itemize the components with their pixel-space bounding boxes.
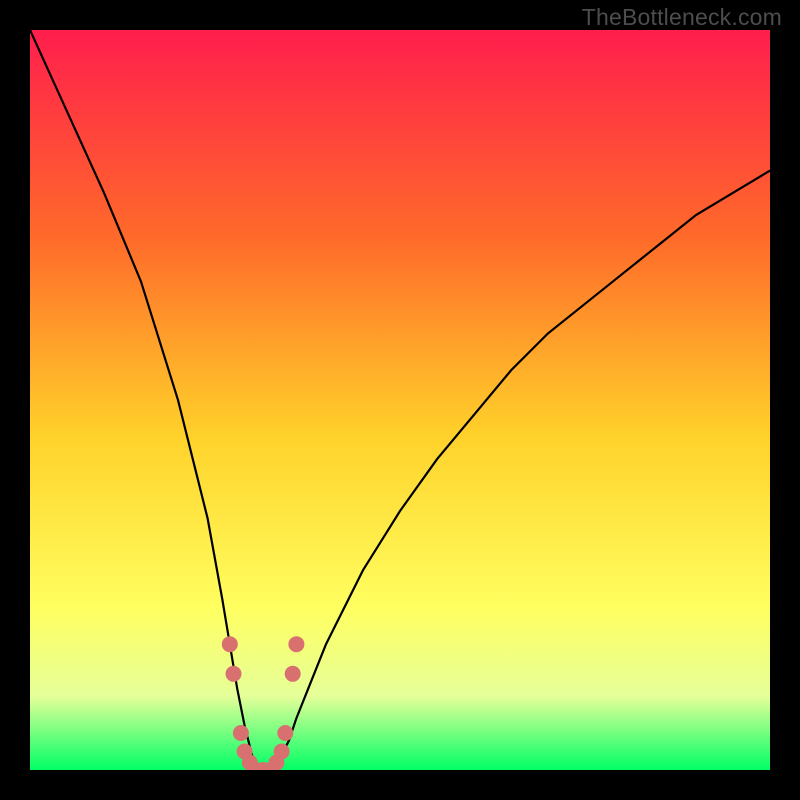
marker-dot [277, 725, 293, 741]
marker-dot [222, 636, 238, 652]
marker-dot [233, 725, 249, 741]
marker-dot [285, 666, 301, 682]
chart-svg [30, 30, 770, 770]
marker-dot [288, 636, 304, 652]
watermark-text: TheBottleneck.com [582, 4, 782, 31]
gradient-background [30, 30, 770, 770]
chart-frame: TheBottleneck.com [0, 0, 800, 800]
marker-dot [226, 666, 242, 682]
chart-plot-area [30, 30, 770, 770]
marker-dot [274, 744, 290, 760]
